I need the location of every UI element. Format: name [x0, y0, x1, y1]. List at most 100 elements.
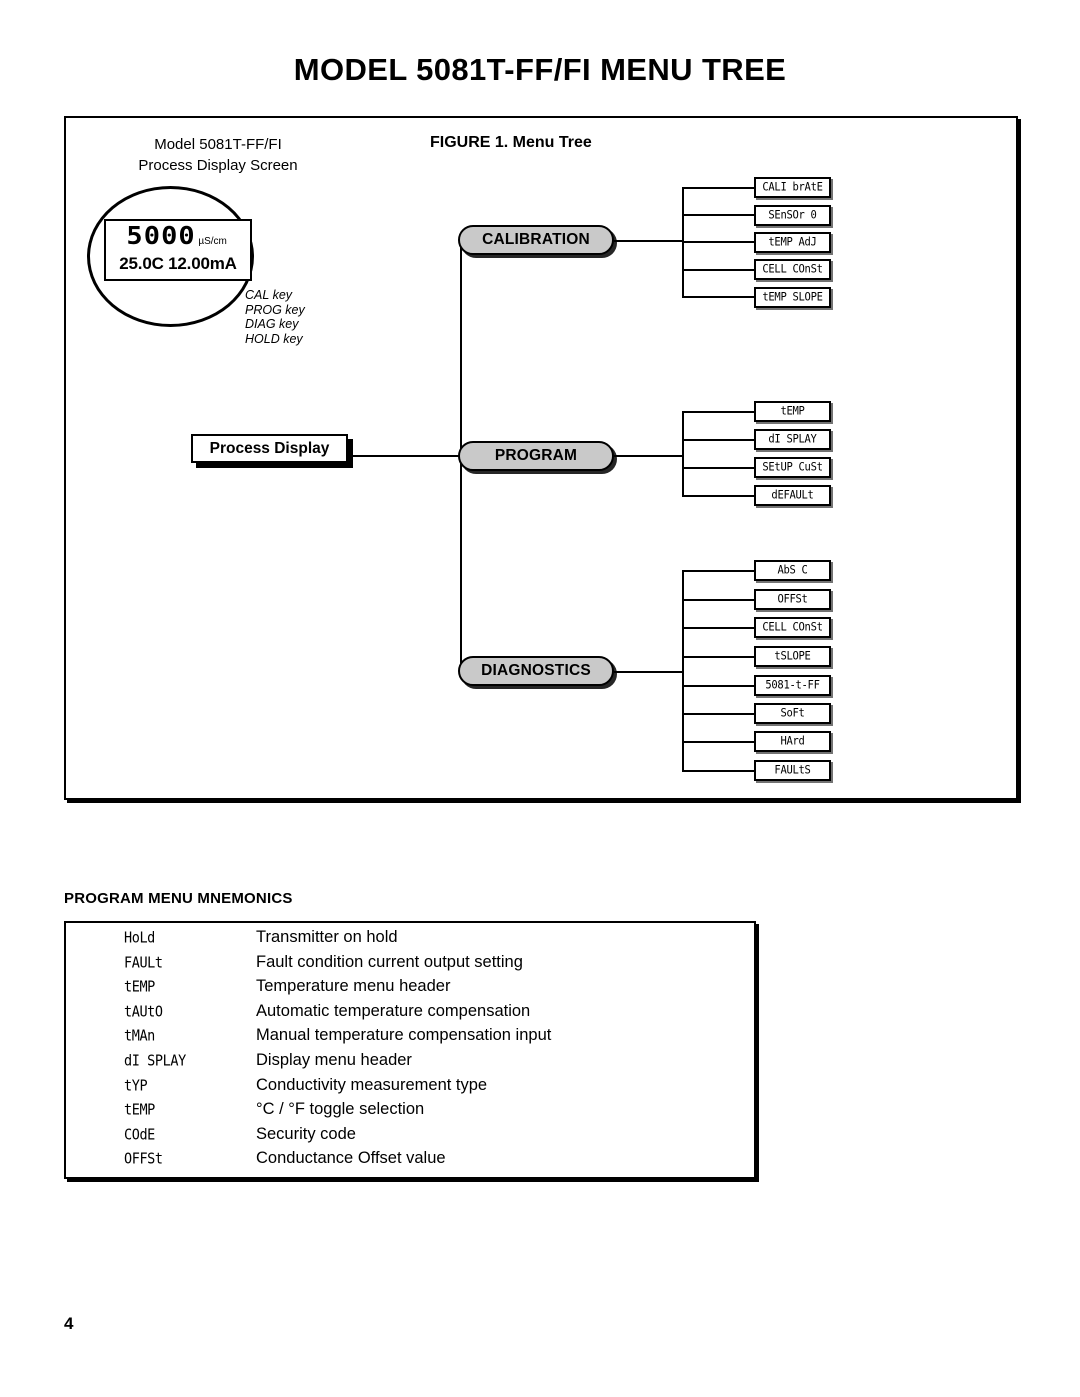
connector-calibration-item-4	[682, 296, 756, 298]
leaf-label: OFFSt	[777, 592, 808, 606]
leaf-calibration-4[interactable]: tEMP SLOPE	[754, 287, 831, 308]
leaf-diagnostics-6[interactable]: HArd	[754, 731, 831, 752]
leaf-diagnostics-3[interactable]: tSLOPE	[754, 646, 831, 667]
connector-diagnostics-item-7	[682, 770, 756, 772]
leaf-diagnostics-1[interactable]: OFFSt	[754, 589, 831, 610]
connector-diagnostics-item-6	[682, 741, 756, 743]
mnemonic-code: tMAn	[124, 1027, 155, 1046]
mnemonic-code: COdE	[124, 1125, 155, 1144]
key-legend-prog: PROG key	[245, 302, 305, 317]
leaf-label: dI SPLAY	[768, 432, 817, 446]
connector-calibration-item-3	[682, 269, 756, 271]
leaf-label: CALI brAtE	[762, 180, 823, 194]
mnemonic-code: tYP	[124, 1076, 148, 1095]
leaf-program-3[interactable]: dEFAULt	[754, 485, 831, 506]
connector-root-to-trunk	[348, 455, 461, 457]
lcd-secondary-value: 25.0C 12.00mA	[119, 254, 237, 273]
leaf-calibration-0[interactable]: CALI brAtE	[754, 177, 831, 198]
leaf-diagnostics-5[interactable]: SoFt	[754, 703, 831, 724]
connector-diagnostics-item-2	[682, 627, 756, 629]
leaf-program-0[interactable]: tEMP	[754, 401, 831, 422]
mnemonic-code: tEMP	[124, 1101, 155, 1119]
menu-pill-diagnostics[interactable]: DIAGNOSTICS	[458, 656, 614, 686]
mnemonic-code: dI SPLAY	[124, 1052, 186, 1070]
leaf-label: tSLOPE	[774, 649, 811, 663]
leaf-label: SEnSOr 0	[768, 208, 817, 222]
leaf-label: tEMP SLOPE	[762, 290, 823, 304]
connector-program-to-bus	[614, 455, 684, 457]
page-number: 4	[64, 1314, 74, 1333]
bus-program	[682, 411, 684, 496]
mnemonic-desc: Conductance Offset value	[256, 1149, 446, 1168]
table-row: tEMP °C / °F toggle selection	[66, 1100, 754, 1125]
leaf-program-2[interactable]: SEtUP CuSt	[754, 457, 831, 478]
leaf-label: SEtUP CuSt	[762, 460, 823, 474]
lcd-screen: 5000 µS/cm 25.0C 12.00mA	[104, 219, 252, 281]
connector-calibration-item-0	[682, 187, 756, 189]
leaf-diagnostics-2[interactable]: CELL COnSt	[754, 617, 831, 638]
connector-program-item-0	[682, 411, 756, 413]
mnemonic-desc: Temperature menu header	[256, 977, 451, 996]
table-row: tYP Conductivity measurement type	[66, 1076, 754, 1101]
leaf-label: CELL COnSt	[762, 262, 823, 276]
leaf-label: FAULtS	[774, 763, 811, 777]
connector-diagnostics-item-4	[682, 685, 756, 687]
mnemonic-desc: Display menu header	[256, 1050, 412, 1069]
connector-program-item-1	[682, 439, 756, 441]
leaf-label: SoFt	[780, 706, 805, 720]
leaf-label: tEMP AdJ	[768, 235, 817, 249]
connector-diagnostics-to-bus	[614, 671, 684, 673]
leaf-calibration-1[interactable]: SEnSOr 0	[754, 205, 831, 226]
leaf-diagnostics-0[interactable]: AbS C	[754, 560, 831, 581]
connector-calibration-to-bus	[614, 240, 684, 242]
leaf-diagnostics-4[interactable]: 5081-t-FF	[754, 675, 831, 696]
connector-diagnostics-item-5	[682, 713, 756, 715]
mnemonic-desc: Transmitter on hold	[256, 928, 398, 946]
leaf-label: HArd	[780, 734, 805, 748]
mnemonic-desc: °C / °F toggle selection	[256, 1100, 425, 1119]
mnemonic-desc: Conductivity measurement type	[256, 1075, 488, 1094]
mnemonic-code: HoLd	[124, 929, 155, 947]
connector-diagnostics-item-3	[682, 656, 756, 658]
mnemonic-desc: Security code	[256, 1124, 356, 1143]
table-row: dI SPLAY Display menu header	[66, 1051, 754, 1076]
leaf-label: 5081-t-FF	[765, 678, 820, 692]
table-row: tEMP Temperature menu header	[66, 977, 754, 1002]
leaf-program-1[interactable]: dI SPLAY	[754, 429, 831, 450]
mnemonic-code: OFFSt	[124, 1150, 163, 1169]
device-caption-line1: Model 5081T-FF/FI	[154, 136, 282, 153]
leaf-diagnostics-7[interactable]: FAULtS	[754, 760, 831, 781]
connector-diagnostics-item-1	[682, 599, 756, 601]
table-row: tAUtO Automatic temperature compensation	[66, 1002, 754, 1027]
leaf-label: tEMP	[780, 404, 805, 418]
mnemonic-desc: Manual temperature compensation input	[256, 1026, 552, 1045]
table-row: OFFSt Conductance Offset value	[66, 1149, 754, 1174]
menu-pill-program[interactable]: PROGRAM	[458, 441, 614, 471]
connector-calibration-item-2	[682, 241, 756, 243]
mnemonic-code: tEMP	[124, 978, 155, 996]
mnemonic-code: tAUtO	[124, 1002, 163, 1021]
node-process-display[interactable]: Process Display	[191, 434, 348, 463]
menu-pill-calibration[interactable]: CALIBRATION	[458, 225, 614, 255]
key-legend-hold: HOLD key	[245, 331, 303, 346]
mnemonic-code: FAULt	[124, 953, 163, 972]
table-row: FAULt Fault condition current output set…	[66, 953, 754, 978]
lcd-primary-row: 5000 µS/cm	[106, 223, 250, 253]
mnemonic-desc: Automatic temperature compensation	[256, 1001, 531, 1020]
device-caption: Model 5081T-FF/FI Process Display Screen	[88, 134, 348, 176]
leaf-label: dEFAULt	[771, 488, 814, 502]
leaf-calibration-3[interactable]: CELL COnSt	[754, 259, 831, 280]
connector-program-item-2	[682, 467, 756, 469]
leaf-calibration-2[interactable]: tEMP AdJ	[754, 232, 831, 253]
page-title: MODEL 5081T-FF/FI MENU TREE	[293, 52, 787, 87]
key-legend-cal: CAL key	[245, 288, 293, 302]
device-caption-line2: Process Display Screen	[138, 157, 298, 174]
key-legend: CAL key PROG key DIAG key HOLD key	[245, 288, 305, 346]
table-row: COdE Security code	[66, 1125, 754, 1150]
key-legend-diag: DIAG key	[245, 317, 299, 332]
leaf-label: CELL COnSt	[762, 620, 823, 634]
mnemonics-table: HoLd Transmitter on hold FAULt Fault con…	[64, 921, 756, 1179]
mnemonic-desc: Fault condition current output setting	[256, 952, 523, 971]
connector-calibration-item-1	[682, 214, 756, 216]
figure-caption: FIGURE 1. Menu Tree	[430, 134, 592, 151]
